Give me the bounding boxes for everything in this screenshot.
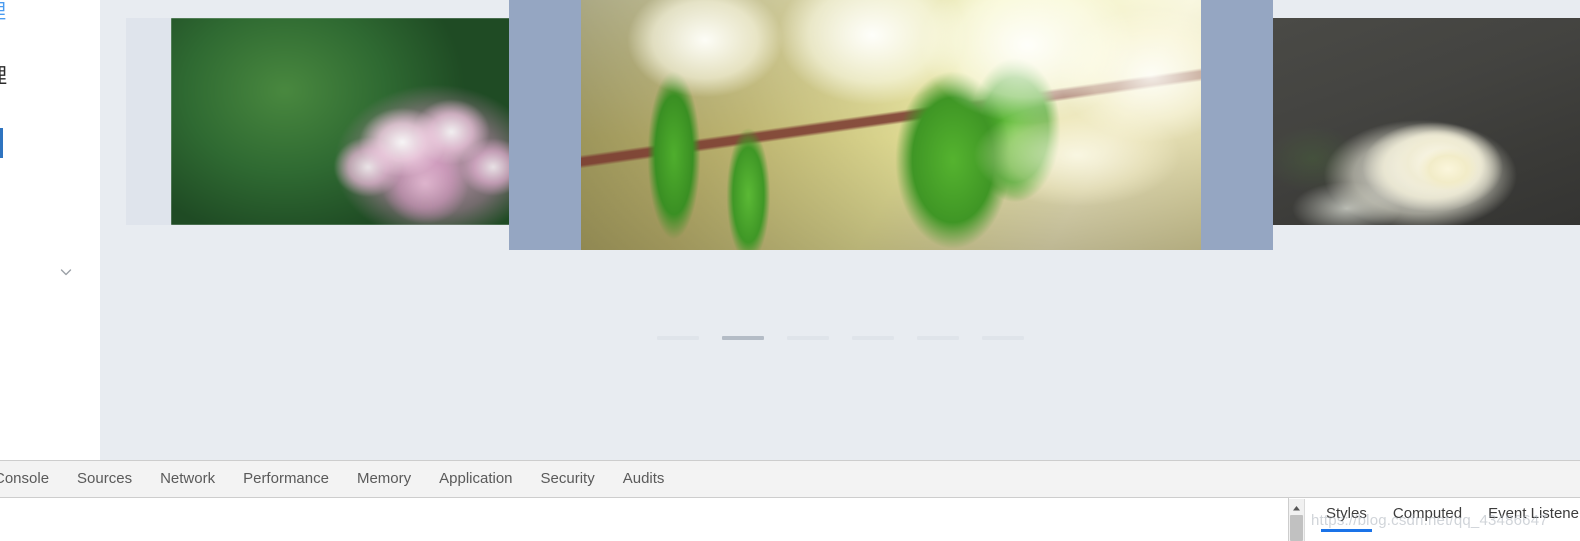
devtools-pane-tab-event-listener[interactable]: Event Listener (1475, 499, 1580, 529)
carousel-slide-backing-panel (126, 18, 171, 225)
devtools-panel: ConsoleSourcesNetworkPerformanceMemoryAp… (0, 460, 1580, 541)
devtools-sidebar-pane-tabs[interactable]: Styles Computed Event Listener (1313, 499, 1580, 532)
devtools-tab-security[interactable]: Security (527, 461, 609, 497)
carousel-indicator-dash[interactable] (656, 336, 699, 340)
devtools-tab-memory[interactable]: Memory (343, 461, 425, 497)
carousel-slide-previous[interactable] (171, 18, 550, 225)
devtools-tab-audits[interactable]: Audits (609, 461, 679, 497)
carousel-indicator-dash[interactable] (786, 336, 829, 340)
sidebar-section-title: 理 (0, 62, 7, 90)
carousel-indicator-dash[interactable] (916, 336, 959, 340)
chevron-down-icon[interactable] (58, 264, 74, 280)
carousel-slide-active[interactable] (581, 0, 1201, 250)
carousel-overlay-strip-right (1201, 0, 1273, 250)
carousel-slide-next[interactable] (1273, 18, 1580, 225)
browser-page-viewport: 理 理 (0, 0, 1580, 460)
devtools-tab-bar[interactable]: ConsoleSourcesNetworkPerformanceMemoryAp… (0, 461, 1580, 498)
carousel-overlay-strip-left (509, 0, 581, 250)
scroll-up-arrow-icon[interactable] (1291, 501, 1302, 512)
carousel-indicators[interactable] (100, 336, 1580, 340)
carousel-image-rose (1273, 18, 1580, 225)
image-carousel[interactable] (100, 0, 1580, 300)
devtools-tab-network[interactable]: Network (146, 461, 229, 497)
sidebar-top-link[interactable]: 理 (0, 0, 6, 24)
devtools-pane-tab-styles[interactable]: Styles (1313, 499, 1380, 532)
carousel-indicator-dash[interactable] (981, 336, 1024, 340)
devtools-tab-console[interactable]: Console (0, 461, 63, 497)
devtools-tab-sources[interactable]: Sources (63, 461, 146, 497)
devtools-scrollbar-thumb[interactable] (1290, 515, 1303, 541)
main-content-area (100, 0, 1580, 460)
carousel-indicator-dash[interactable] (851, 336, 894, 340)
devtools-pane-tab-computed[interactable]: Computed (1380, 499, 1475, 529)
devtools-tab-application[interactable]: Application (425, 461, 526, 497)
devtools-tab-performance[interactable]: Performance (229, 461, 343, 497)
sidebar-item-expandable[interactable] (0, 128, 100, 276)
carousel-indicator-dash[interactable] (721, 336, 764, 340)
carousel-image-lilac (171, 18, 550, 225)
left-nav-sidebar: 理 理 (0, 0, 100, 460)
carousel-image-leaves (581, 0, 1201, 250)
